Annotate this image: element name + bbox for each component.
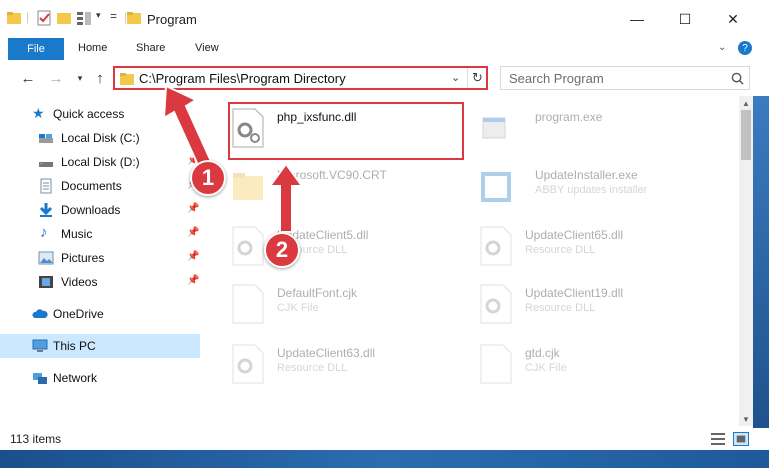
pin-icon: 📌 (187, 203, 200, 214)
maximize-button[interactable]: ☐ (662, 4, 708, 34)
tab-share[interactable]: Share (136, 42, 165, 54)
step-badge-1: 1 (190, 160, 226, 196)
pin-icon: 📌 (187, 251, 200, 262)
search-icon[interactable] (731, 72, 744, 85)
expand-ribbon-icon[interactable]: ⌄ (718, 42, 726, 53)
sidebar-item-documents[interactable]: Documents 📌 (0, 174, 200, 198)
address-path: C:\Program Files\Program Directory (139, 71, 346, 86)
dll-gear-icon (480, 226, 512, 266)
scroll-down-icon[interactable]: ▼ (739, 412, 753, 426)
sidebar-item-videos[interactable]: Videos 📌 (0, 270, 200, 294)
large-icons-view-icon[interactable] (733, 432, 749, 446)
chevron-down-icon[interactable]: ▾ (96, 10, 101, 21)
blank-file-icon (232, 284, 264, 324)
scroll-thumb[interactable] (741, 110, 751, 160)
window-title: Program (147, 12, 197, 27)
sidebar-item-pictures[interactable]: Pictures 📌 (0, 246, 200, 270)
address-folder-icon (120, 73, 134, 85)
tab-home[interactable]: Home (78, 42, 107, 54)
sidebar-item-local-disk-d[interactable]: Local Disk (D:) 📌 (0, 150, 200, 174)
sidebar-item-this-pc[interactable]: This PC (0, 334, 200, 358)
cloud-icon (32, 309, 48, 318)
refresh-icon[interactable]: ↻ (472, 70, 483, 86)
music-icon: ♪ (40, 224, 48, 241)
sidebar-item-network[interactable]: Network (0, 366, 200, 390)
dll-gear-icon (232, 344, 264, 384)
ribbon-tabs: File Home Share View ⌄ ? (0, 38, 769, 60)
file-item-updateclient65-dll[interactable]: UpdateClient65.dll Resource DLL (479, 218, 729, 274)
pin-icon: 📌 (187, 227, 200, 238)
file-item-program-exe[interactable]: program.exe (479, 100, 729, 156)
up-button[interactable]: ↑ (90, 68, 110, 88)
sidebar-item-quick-access[interactable]: ★ Quick access (0, 102, 200, 126)
title-bar: | ▾ = | Program — ☐ ✕ (0, 0, 769, 38)
star-icon: ★ (32, 105, 45, 121)
pictures-icon (38, 251, 54, 265)
sidebar-item-downloads[interactable]: Downloads 📌 (0, 198, 200, 222)
dll-gear-icon (480, 284, 512, 324)
scroll-up-icon[interactable]: ▲ (739, 96, 753, 110)
installer-icon (481, 172, 511, 202)
new-folder-icon[interactable] (56, 10, 72, 26)
address-dropdown-icon[interactable]: ⌄ (451, 71, 460, 84)
file-item-updateclient19-dll[interactable]: UpdateClient19.dll Resource DLL (479, 276, 729, 332)
tab-file[interactable]: File (8, 38, 64, 60)
tab-view[interactable]: View (195, 42, 219, 54)
recent-locations-button[interactable]: ▾ (70, 68, 90, 88)
vertical-scrollbar[interactable]: ▲ ▼ (739, 96, 753, 426)
videos-icon (39, 276, 53, 288)
search-box[interactable]: Search Program (500, 66, 750, 90)
drive-icon (39, 134, 53, 143)
close-button[interactable]: ✕ (710, 4, 756, 34)
file-item-gtd-cjk[interactable]: gtd.cjk CJK File (479, 336, 729, 392)
drive-icon (39, 162, 53, 167)
file-item-microsoft-vc90-crt[interactable]: Microsoft.VC90.CRT (231, 158, 481, 214)
target-file-highlight (228, 102, 464, 160)
documents-icon (40, 178, 52, 194)
status-bar: 113 items (0, 428, 769, 450)
download-icon (39, 203, 53, 217)
computer-icon (32, 339, 48, 352)
back-button[interactable]: ← (18, 68, 38, 88)
pin-icon: 📌 (187, 275, 200, 286)
customize-toolbar-icon[interactable]: = (110, 9, 117, 23)
view-options-icon[interactable] (76, 10, 92, 26)
address-bar[interactable]: C:\Program Files\Program Directory ⌄ ↻ (113, 66, 488, 90)
dll-gear-icon (232, 226, 264, 266)
navigation-pane: ★ Quick access Local Disk (C:) Local Dis… (0, 96, 205, 426)
exe-icon (482, 117, 506, 139)
blank-file-icon (480, 344, 512, 384)
desktop-edge (0, 450, 769, 468)
file-item-defaultfont-cjk[interactable]: DefaultFont.cjk CJK File (231, 276, 481, 332)
sidebar-item-music[interactable]: ♪ Music 📌 (0, 222, 200, 246)
forward-button[interactable]: → (46, 68, 66, 88)
properties-icon[interactable] (36, 10, 52, 26)
title-folder-icon (127, 12, 141, 24)
step-badge-2: 2 (264, 232, 300, 268)
file-item-updateclient63-dll[interactable]: UpdateClient63.dll Resource DLL (231, 336, 481, 392)
folder-icon (7, 12, 21, 24)
item-count: 113 items (10, 432, 62, 446)
network-icon (33, 373, 47, 384)
address-row: ← → ▾ ↑ C:\Program Files\Program Directo… (0, 60, 769, 96)
file-item-updateinstaller-exe[interactable]: UpdateInstaller.exe ABBY updates install… (479, 158, 729, 214)
sidebar-item-onedrive[interactable]: OneDrive (0, 302, 200, 326)
minimize-button[interactable]: — (614, 4, 660, 34)
details-view-icon[interactable] (710, 432, 726, 446)
sidebar-item-local-disk-c[interactable]: Local Disk (C:) (0, 126, 200, 150)
desktop-background (753, 96, 769, 450)
help-button[interactable]: ? (738, 41, 752, 55)
search-input[interactable]: Search Program (509, 71, 604, 86)
folder-icon (233, 173, 263, 200)
